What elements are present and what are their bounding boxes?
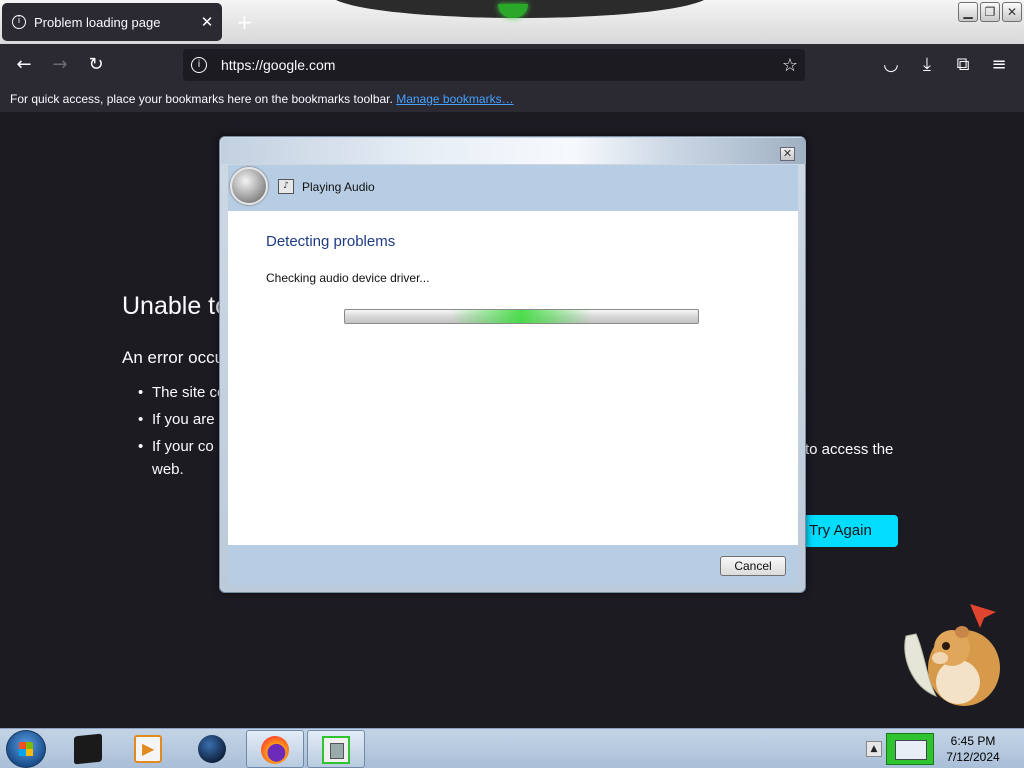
dialog-title-bar[interactable] bbox=[221, 138, 806, 164]
error-reason: If your co bbox=[122, 438, 225, 455]
site-info-icon[interactable]: i bbox=[191, 57, 207, 73]
clock-time: 6:45 PM bbox=[950, 734, 996, 748]
dialog-footer: Cancel bbox=[228, 545, 798, 585]
troubleshooter-dialog: ✕ ♪ Playing Audio Detecting problems Che… bbox=[219, 136, 806, 593]
bookmarks-hint: For quick access, place your bookmarks h… bbox=[10, 92, 393, 106]
minimize-button[interactable]: ▁ bbox=[958, 2, 978, 22]
url-text[interactable]: https://google.com bbox=[221, 57, 775, 73]
network-tray-icon[interactable] bbox=[886, 733, 934, 765]
tab-problem-loading[interactable]: i Problem loading page ✕ bbox=[2, 3, 222, 41]
menu-icon[interactable]: ≡ bbox=[986, 52, 1012, 78]
downloads-icon[interactable]: ⤓ bbox=[914, 52, 940, 78]
pocket-icon[interactable]: ◡ bbox=[878, 52, 904, 78]
media-player-icon bbox=[134, 735, 162, 763]
globe-icon bbox=[198, 735, 226, 763]
forward-icon[interactable]: → bbox=[47, 52, 73, 78]
clock-date: 7/12/2024 bbox=[946, 750, 1000, 764]
app-icon bbox=[74, 733, 102, 765]
error-title: Unable to bbox=[122, 292, 230, 320]
error-reason: If you are bbox=[122, 411, 225, 428]
troubleshooter-icon bbox=[322, 736, 350, 764]
error-reason-wrap: web. bbox=[152, 461, 184, 478]
tab-title: Problem loading page bbox=[34, 14, 161, 30]
firefox-icon bbox=[261, 736, 289, 764]
bookmark-star-icon[interactable]: ☆ bbox=[775, 55, 805, 76]
manage-bookmarks-link[interactable]: Manage bookmarks… bbox=[396, 92, 513, 106]
window-controls: ▁ ❐ ✕ bbox=[958, 2, 1022, 22]
clock[interactable]: 6:45 PM 7/12/2024 bbox=[940, 733, 1006, 765]
taskbar-media-player[interactable] bbox=[120, 730, 178, 768]
reload-icon[interactable]: ↻ bbox=[83, 52, 109, 78]
restore-button[interactable]: ❐ bbox=[980, 2, 1000, 22]
taskbar-firefox[interactable] bbox=[246, 730, 304, 768]
bookmarks-toolbar: For quick access, place your bookmarks h… bbox=[0, 86, 1024, 112]
error-subtitle: An error occu bbox=[122, 348, 225, 367]
progress-bar bbox=[344, 309, 699, 324]
tab-strip: i Problem loading page ✕ + ▁ ❐ ✕ bbox=[0, 0, 1024, 44]
navigation-toolbar: ← → ↻ i https://google.com ☆ ◡ ⤓ ⧉ ≡ bbox=[0, 44, 1024, 86]
progress-glow bbox=[450, 310, 593, 323]
dialog-body: Detecting problems Checking audio device… bbox=[228, 211, 798, 545]
error-reasons-list: The site co If you are If your co bbox=[122, 384, 225, 465]
error-reason: The site co bbox=[122, 384, 225, 401]
start-button[interactable] bbox=[6, 730, 46, 768]
back-arrow-icon[interactable] bbox=[230, 167, 268, 205]
url-bar[interactable]: i https://google.com ☆ bbox=[183, 49, 805, 81]
taskbar-troubleshooter[interactable] bbox=[307, 730, 365, 768]
tab-close-icon[interactable]: ✕ bbox=[196, 13, 218, 31]
back-icon[interactable]: ← bbox=[11, 52, 37, 78]
dialog-close-icon[interactable]: ✕ bbox=[780, 147, 795, 161]
close-window-button[interactable]: ✕ bbox=[1002, 2, 1022, 22]
speaker-icon: ♪ bbox=[278, 179, 294, 194]
cancel-button[interactable]: Cancel bbox=[720, 556, 786, 576]
extensions-icon[interactable]: ⧉ bbox=[950, 52, 976, 78]
status-text: Checking audio device driver... bbox=[266, 271, 430, 285]
error-reason-tail: to access the bbox=[805, 441, 894, 458]
taskbar-globe-app[interactable] bbox=[184, 730, 242, 768]
dialog-header: ♪ Playing Audio bbox=[228, 165, 798, 211]
taskbar: ▲ 6:45 PM 7/12/2024 bbox=[0, 728, 1024, 768]
hamster-mascot-icon bbox=[904, 604, 1000, 706]
info-icon: i bbox=[12, 15, 26, 29]
dialog-header-title: Playing Audio bbox=[302, 180, 375, 194]
try-again-button[interactable]: Try Again bbox=[800, 515, 898, 547]
windows-logo-icon bbox=[19, 742, 33, 756]
dialog-heading: Detecting problems bbox=[266, 233, 396, 250]
new-tab-icon[interactable]: + bbox=[236, 10, 253, 34]
show-hidden-icons-button[interactable]: ▲ bbox=[866, 741, 882, 757]
taskbar-app-black[interactable] bbox=[60, 730, 118, 768]
